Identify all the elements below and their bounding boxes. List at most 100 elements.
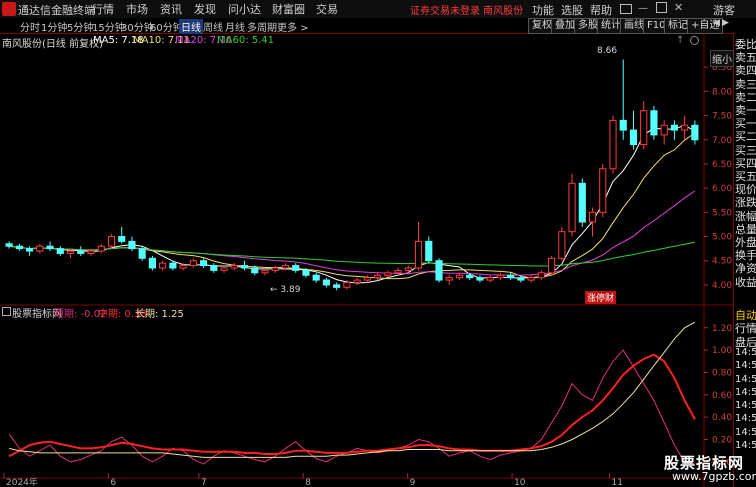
price-tick-label: 4.50 — [712, 257, 732, 267]
price-tick-label: 4.00 — [712, 281, 732, 291]
candle-body — [486, 277, 494, 281]
candle-body — [107, 236, 116, 247]
candle-body — [200, 260, 208, 267]
indicator-toggle-icon[interactable] — [2, 307, 11, 316]
candle-body — [363, 277, 371, 281]
candle-body — [66, 250, 75, 254]
candle-body — [353, 279, 361, 283]
candle-body — [302, 269, 310, 276]
period-fenshi[interactable]: 分时 — [20, 19, 40, 34]
close-icon[interactable]: ✕ — [674, 1, 683, 14]
candle-body — [650, 110, 658, 136]
x-tick-label: 7 — [201, 478, 207, 487]
candle-body — [251, 267, 259, 274]
candle-body — [537, 272, 545, 279]
menu-gongneng[interactable]: 功能 — [532, 2, 554, 18]
candle-body — [179, 265, 187, 269]
candle-body — [404, 267, 412, 271]
login-notice: 证券交易未登录 南风股份 — [410, 6, 524, 17]
price-tick-label: 8.00 — [712, 87, 732, 97]
zoom-out-button[interactable]: 缩小 — [710, 50, 734, 67]
candle-body — [599, 168, 607, 213]
candle-body — [220, 267, 228, 271]
long-term-label: 长期: 1.25 — [135, 309, 184, 320]
candle-body — [414, 240, 423, 269]
candle-body — [128, 240, 136, 250]
candle-body — [46, 245, 54, 250]
candle-body — [5, 243, 13, 247]
app-title: 通达信金融终端 — [18, 4, 95, 17]
ma10-line — [9, 132, 696, 280]
candle-body — [159, 262, 167, 269]
period-1min[interactable]: 1分钟 — [41, 19, 67, 34]
candle-body — [374, 274, 382, 279]
candle-body — [445, 277, 453, 281]
x-tick-label: 6 — [110, 478, 116, 487]
candle-body — [435, 260, 443, 281]
minimize-icon[interactable]: — — [638, 3, 648, 14]
period-5min[interactable]: 5分钟 — [67, 19, 93, 34]
candle-body — [455, 274, 464, 279]
next-icon[interactable]: ▶ — [722, 18, 729, 28]
limit-up-tag[interactable]: 涨停财 — [585, 291, 617, 304]
candle-body — [507, 274, 515, 279]
candle-body — [281, 265, 290, 269]
candle-body — [26, 248, 34, 252]
indicator-series-0 — [8, 349, 696, 465]
tick-label-6: 14:50 — [735, 386, 756, 398]
candle-body — [384, 272, 392, 276]
price-tick-label: 7.00 — [712, 136, 732, 146]
candle-body — [240, 265, 249, 269]
candle-body — [568, 182, 576, 233]
high-price-label: 8.66 — [597, 46, 618, 56]
price-tick-label: 7.50 — [712, 112, 732, 122]
candle-body — [292, 265, 300, 271]
indicator-tick-label: 1.20 — [712, 324, 732, 334]
period-month[interactable]: 月线 — [225, 19, 245, 34]
period-more[interactable]: 更多 > — [277, 19, 309, 34]
candle-body — [36, 245, 44, 252]
indicator-tick-label: 0.80 — [712, 368, 732, 378]
menu-hangqing[interactable]: 行情 — [92, 1, 114, 17]
menu-xuangu[interactable]: 选股 — [561, 2, 583, 18]
menu-faxian[interactable]: 发现 — [194, 1, 216, 17]
price-tick-label: 6.50 — [712, 160, 732, 170]
candle-body — [97, 245, 105, 252]
menu-caifuquan[interactable]: 财富圈 — [272, 1, 305, 17]
prev-icon[interactable]: ◀ — [713, 18, 720, 28]
maximize-icon[interactable] — [656, 2, 667, 13]
candle-body — [517, 277, 525, 281]
period-day[interactable]: 日线 — [179, 19, 203, 34]
candle-body — [189, 260, 197, 267]
tick-label-4: 14:50 — [735, 360, 756, 372]
period-30min[interactable]: 30分钟 — [121, 19, 154, 34]
candle-body — [588, 211, 597, 223]
period-week[interactable]: 周线 — [203, 19, 223, 34]
tick-label-7: 14:50 — [735, 400, 756, 412]
menu-bangzhu[interactable]: 帮助 — [590, 2, 612, 18]
x-tick-label: 10 — [514, 478, 526, 487]
period-15min[interactable]: 15分钟 — [92, 19, 125, 34]
candle-body — [619, 119, 627, 131]
period-multi[interactable]: 多周期 — [247, 19, 277, 34]
menu-jiaoyi[interactable]: 交易 — [316, 1, 338, 17]
candle-body — [148, 257, 156, 269]
candle-body — [230, 265, 238, 269]
period-60min[interactable]: 60分钟 — [150, 19, 183, 34]
indicator-tick-label: 0.40 — [712, 413, 732, 423]
candle-body — [138, 248, 146, 259]
price-tick-label: 5.00 — [712, 233, 732, 243]
menu-zixun[interactable]: 资讯 — [160, 1, 182, 17]
chart-canvas: 8.508.007.507.006.506.005.505.004.504.00… — [0, 33, 733, 487]
window-icon[interactable] — [620, 4, 632, 14]
ma5-line — [9, 124, 696, 284]
menu-shichang[interactable]: 市场 — [126, 1, 148, 17]
candle-body — [670, 124, 678, 131]
app-logo-icon — [2, 2, 16, 16]
menu-wenxiaoda[interactable]: 问小达 — [228, 1, 261, 17]
candle-body — [496, 274, 504, 279]
indicator-chart: 2024年 6 7 8 9 10 111.201.000.800.600.400.200.0… — [0, 321, 732, 487]
guest-label[interactable]: 游客 — [713, 2, 735, 18]
tick-label-10: 14:50 — [735, 440, 756, 451]
low-price-label: ← 3.89 — [270, 285, 301, 295]
